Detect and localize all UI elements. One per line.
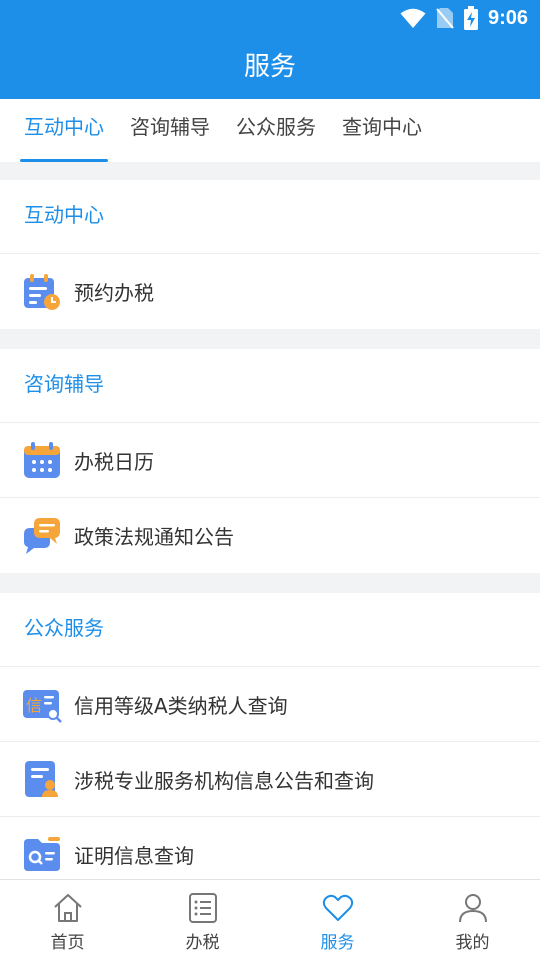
tab-bar: 互动中心 咨询辅导 公众服务 查询中心 [0,99,540,162]
list-item-label: 信用等级A类纳税人查询 [74,693,288,718]
appointment-calendar-icon [24,273,60,310]
bottom-nav: 首页 办税 服务 我的 [0,879,540,960]
tab-public-service[interactable]: 公众服务 [232,99,320,162]
nav-tax[interactable]: 办税 [135,880,270,960]
tab-consulting[interactable]: 咨询辅导 [126,99,214,162]
section-consulting: 咨询辅导 办税日历 政策法规通知公告 [0,349,540,573]
nav-label: 我的 [455,933,490,953]
status-time: 9:06 [487,6,528,29]
section-title: 互动中心 [0,180,540,254]
tax-calendar-icon [24,442,60,478]
section-public-service: 公众服务 信 信用等级A类纳税人查询 涉税专业服务机构信息公告和查询 证明信息查… [0,593,540,892]
nav-mine[interactable]: 我的 [405,880,540,960]
list-item-label: 证明信息查询 [74,844,194,868]
page-title: 服务 [243,52,296,82]
list-item-appointment[interactable]: 预约办税 [0,254,540,329]
nav-home[interactable]: 首页 [0,880,135,960]
agency-document-icon [25,761,58,797]
list-item-policy-notices[interactable]: 政策法规通知公告 [0,498,540,573]
status-bar: 9:06 [400,6,528,30]
section-title: 咨询辅导 [0,349,540,423]
credit-glyph: 信 [26,696,42,715]
section-title: 公众服务 [0,593,540,667]
list-icon [188,893,217,923]
certificate-search-icon [24,836,60,871]
list-item-tax-calendar[interactable]: 办税日历 [0,423,540,498]
heart-icon [322,894,353,921]
list-item-agency-info[interactable]: 涉税专业服务机构信息公告和查询 [0,742,540,817]
tab-query-center[interactable]: 查询中心 [338,99,426,162]
chat-bubble-icon [24,517,60,554]
nav-label: 办税 [185,933,220,953]
credit-search-icon: 信 [23,690,62,723]
section-interaction-center: 互动中心 预约办税 [0,180,540,329]
nav-label: 首页 [50,933,85,953]
list-item-label: 涉税专业服务机构信息公告和查询 [74,768,374,793]
list-item-label: 政策法规通知公告 [74,525,234,549]
wifi-icon [400,8,426,28]
no-sim-icon [436,8,454,29]
tab-interaction-center[interactable]: 互动中心 [20,99,108,162]
user-icon [458,894,487,923]
list-item-label: 预约办税 [74,281,154,305]
battery-charging-icon [463,6,478,30]
nav-label: 服务 [320,933,355,953]
app-bar: 9:06 服务 [0,0,540,99]
service-list: 互动中心 预约办税 咨询辅导 办税日历 政策法规通知公告 公众服务 信 信用等级… [0,180,540,912]
nav-service[interactable]: 服务 [270,880,405,960]
home-icon [53,894,82,922]
list-item-credit-a-query[interactable]: 信 信用等级A类纳税人查询 [0,667,540,742]
list-item-label: 办税日历 [74,449,154,474]
